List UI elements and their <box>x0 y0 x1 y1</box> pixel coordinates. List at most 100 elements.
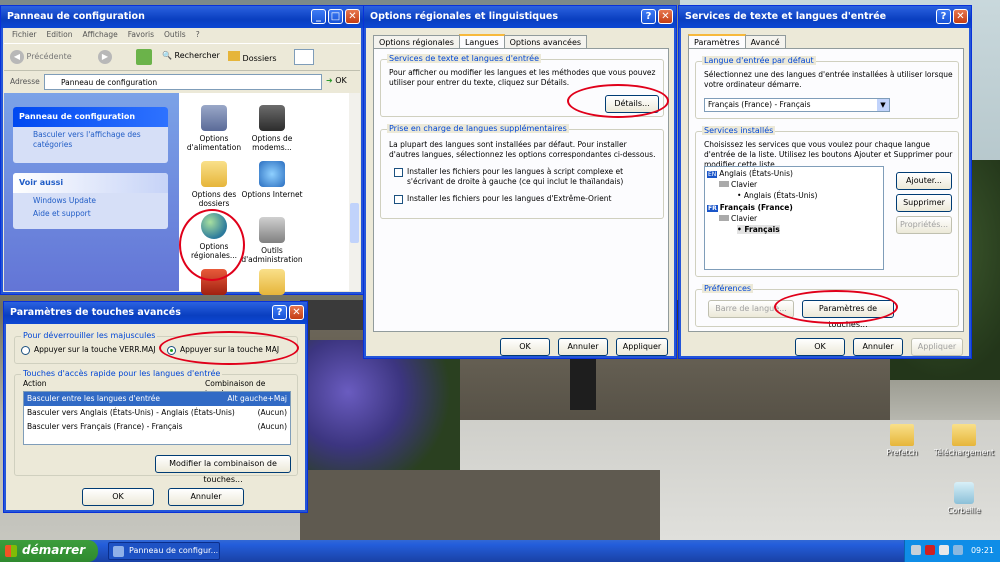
views-button[interactable] <box>294 49 314 65</box>
cancel-button[interactable]: Annuler <box>168 488 244 506</box>
cp-item-partial-2[interactable] <box>239 269 305 298</box>
folder-options-icon <box>201 161 227 187</box>
complex-script-checkbox[interactable] <box>394 168 403 177</box>
tab-languages[interactable]: Langues <box>458 34 505 49</box>
desktop-icon-label: Téléchargement <box>934 448 995 457</box>
search-button[interactable]: 🔍 Rechercher <box>162 51 220 60</box>
desktop-icon-recycle-bin[interactable]: Corbeille <box>934 482 994 515</box>
taskbar-item-control-panel[interactable]: Panneau de configur... <box>108 542 220 560</box>
tree-item-fr[interactable]: FR Français (France) <box>707 203 793 212</box>
title-bar[interactable]: Paramètres de touches avancés ? ✕ <box>4 302 307 324</box>
group-title: Langue d'entrée par défaut <box>702 56 816 65</box>
hotkeys-list[interactable]: Basculer entre les langues d'entrée Alt g… <box>23 391 291 445</box>
hotkeys-group: Touches d'accès rapide pour les langues … <box>14 369 298 484</box>
tray-icon-1[interactable] <box>911 545 921 555</box>
ok-button[interactable]: OK <box>82 488 154 506</box>
see-also-header[interactable]: Voir aussi <box>13 173 168 193</box>
desktop-icon-prefetch[interactable]: Prefetch <box>872 424 932 457</box>
hotkey-row[interactable]: Basculer vers Français (France) - França… <box>24 420 290 434</box>
group-title: Prise en charge de langues supplémentair… <box>387 124 569 133</box>
close-button[interactable]: ✕ <box>289 305 304 320</box>
remove-button[interactable]: Supprimer <box>896 194 952 212</box>
title-bar[interactable]: Panneau de configuration _ □ ✕ <box>1 6 363 28</box>
add-button[interactable]: Ajouter... <box>896 172 952 190</box>
tree-label: Anglais (États-Unis) <box>719 169 793 178</box>
apply-button[interactable]: Appliquer <box>911 338 963 356</box>
help-button[interactable]: ? <box>641 9 656 24</box>
item-label: Options d'alimentation <box>186 134 242 152</box>
task-box-header[interactable]: Panneau de configuration <box>13 107 168 127</box>
clock[interactable]: 09:21 <box>971 546 994 555</box>
hotkey-row[interactable]: Basculer entre les langues d'entrée Alt g… <box>24 392 290 406</box>
ok-button[interactable]: OK <box>500 338 550 356</box>
task-box-title: Panneau de configuration <box>19 112 136 121</box>
go-button[interactable]: ➜ OK <box>326 76 347 85</box>
item-label: Options Internet <box>241 190 303 199</box>
close-button[interactable]: ✕ <box>658 9 673 24</box>
caps-lock-key-label: Appuyer sur la touche VERR.MAJ <box>34 345 156 354</box>
help-support-link[interactable]: Aide et support <box>13 206 168 219</box>
cancel-button[interactable]: Annuler <box>853 338 903 356</box>
properties-button[interactable]: Propriétés... <box>896 216 952 234</box>
tree-label: Français <box>744 225 780 234</box>
caps-lock-key-radio[interactable] <box>21 346 30 355</box>
title-bar[interactable]: Options régionales et linguistiques ? ✕ <box>364 6 676 28</box>
task-pane: Panneau de configuration Basculer vers l… <box>4 93 179 291</box>
close-button[interactable]: ✕ <box>345 9 360 24</box>
close-button[interactable]: ✕ <box>953 9 968 24</box>
help-button[interactable]: ? <box>272 305 287 320</box>
group-title: Services installés <box>702 126 776 135</box>
menu-favorites[interactable]: Favoris <box>128 30 154 40</box>
back-button[interactable]: ◀ Précédente <box>10 50 72 64</box>
tray-icon-3[interactable] <box>939 545 949 555</box>
menu-view[interactable]: Affichage <box>82 30 117 40</box>
up-folder-button[interactable] <box>136 49 152 65</box>
folder-options-item[interactable]: Options des dossiers <box>181 161 247 208</box>
text-services-group: Services de texte et langues d'entrée Po… <box>380 54 669 118</box>
tree-item-en-layout[interactable]: • Anglais (États-Unis) <box>737 191 817 200</box>
internet-options-item[interactable]: Options Internet <box>239 161 305 199</box>
tree-item-en-keyboard[interactable]: Clavier <box>719 180 757 189</box>
ok-button[interactable]: OK <box>795 338 845 356</box>
modem-options-item[interactable]: Options de modems... <box>239 105 305 152</box>
keyboard-icon <box>719 181 729 187</box>
address-input[interactable]: Panneau de configuration <box>44 74 322 90</box>
admin-tools-item[interactable]: Outils d'administration <box>239 217 305 264</box>
start-button[interactable]: démarrer <box>0 540 98 562</box>
chevron-down-icon[interactable]: ▼ <box>877 99 889 111</box>
folders-button[interactable]: Dossiers <box>228 51 277 63</box>
maximize-button[interactable]: □ <box>328 9 343 24</box>
tree-item-en[interactable]: EN Anglais (États-Unis) <box>707 169 793 178</box>
extra-languages-group: Prise en charge de langues supplémentair… <box>380 124 664 219</box>
desktop-icon-label: Prefetch <box>886 448 918 457</box>
hotkey-keys: Alt gauche+Maj <box>227 394 287 403</box>
title-bar[interactable]: Services de texte et langues d'entrée ? ✕ <box>679 6 971 28</box>
cancel-button[interactable]: Annuler <box>558 338 608 356</box>
hotkey-row[interactable]: Basculer vers Anglais (États-Unis) - Ang… <box>24 406 290 420</box>
installed-services-tree[interactable]: EN Anglais (États-Unis) Clavier • Anglais… <box>704 166 884 270</box>
scroll-thumb[interactable] <box>350 203 359 243</box>
switch-category-view-link[interactable]: Basculer vers l'affichage des catégories <box>13 127 168 150</box>
minimize-button[interactable]: _ <box>311 9 326 24</box>
tray-icon-2[interactable] <box>925 545 935 555</box>
apply-button[interactable]: Appliquer <box>616 338 668 356</box>
menu-help[interactable]: ? <box>196 30 200 40</box>
default-language-select[interactable]: Français (France) - Français ▼ <box>704 98 890 112</box>
tree-item-fr-keyboard[interactable]: Clavier <box>719 214 757 223</box>
change-key-sequence-button[interactable]: Modifier la combinaison de touches... <box>155 455 291 484</box>
tray-icon-4[interactable] <box>953 545 963 555</box>
back-arrow-icon: ◀ <box>10 50 24 64</box>
help-button[interactable]: ? <box>936 9 951 24</box>
power-options-item[interactable]: Options d'alimentation <box>181 105 247 152</box>
tab-settings[interactable]: Paramètres <box>688 34 746 49</box>
east-asian-checkbox[interactable] <box>394 195 403 204</box>
menu-file[interactable]: Fichier <box>12 30 37 40</box>
windows-update-link[interactable]: Windows Update <box>13 193 168 206</box>
menu-tools[interactable]: Outils <box>164 30 186 40</box>
tree-item-fr-layout[interactable]: • Français <box>737 225 780 234</box>
menu-edit[interactable]: Edition <box>47 30 73 40</box>
hotkey-keys: (Aucun) <box>257 408 287 417</box>
vertical-scrollbar[interactable] <box>349 93 360 291</box>
forward-button[interactable]: ▶ <box>98 50 112 64</box>
desktop-icon-telechargement[interactable]: Téléchargement <box>934 424 994 457</box>
